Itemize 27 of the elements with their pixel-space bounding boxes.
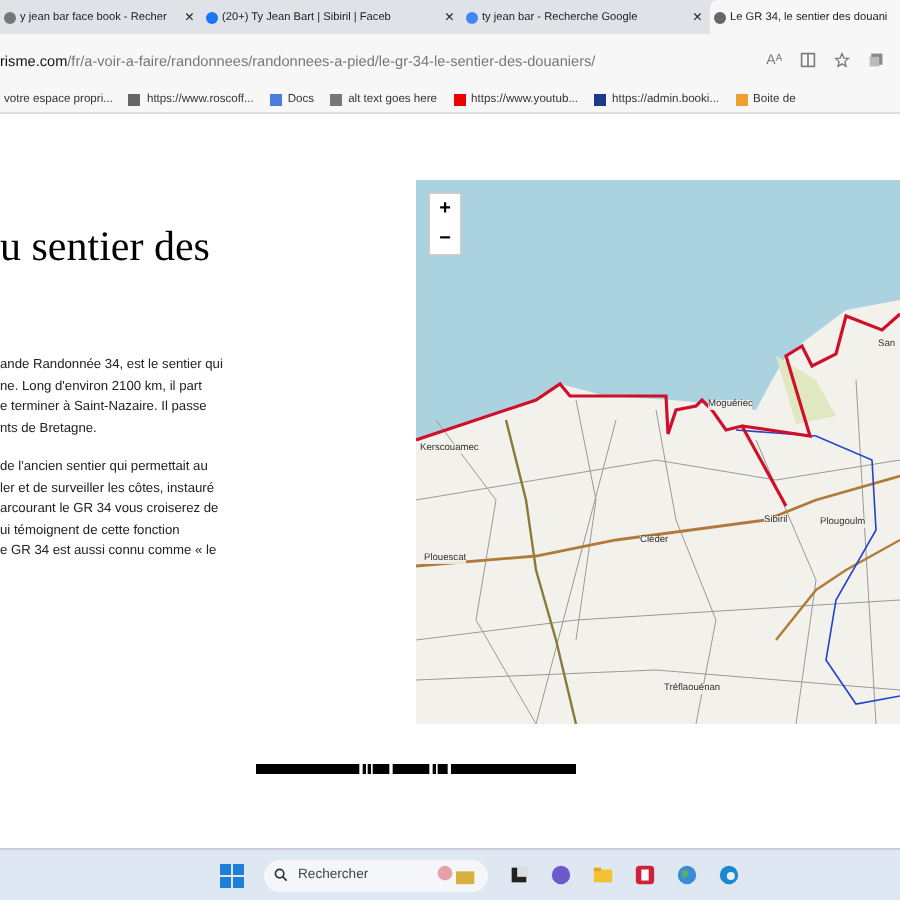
star-icon[interactable]	[834, 52, 850, 68]
split-screen-icon[interactable]	[800, 52, 816, 68]
tab-favicon-icon	[4, 11, 16, 23]
close-tab-button[interactable]: ×	[692, 8, 702, 26]
bookmark-favicon-icon	[269, 93, 282, 105]
search-icon	[274, 868, 288, 882]
bookmark-favicon-icon	[330, 93, 343, 105]
close-tab-button[interactable]: ×	[184, 8, 194, 26]
bookmark-favicon-icon	[128, 93, 141, 105]
bookmark-favicon-icon	[453, 93, 466, 105]
search-highlight-drawing	[434, 864, 478, 886]
zoom-in-button[interactable]: +	[430, 194, 460, 224]
bookmark-favicon-icon	[594, 93, 607, 105]
app-icon[interactable]	[634, 864, 656, 886]
tab-favicon-icon	[466, 11, 478, 23]
tab-favicon-icon	[714, 11, 726, 23]
browser-icon[interactable]	[718, 864, 740, 886]
close-tab-button[interactable]: ×	[444, 8, 454, 26]
tab-favicon-icon	[206, 11, 218, 23]
globe-icon[interactable]	[676, 864, 698, 886]
zoom-out-button[interactable]: −	[430, 224, 460, 254]
task-view-icon[interactable]	[508, 864, 530, 886]
bookmark-favicon-icon	[735, 93, 748, 105]
start-button[interactable]	[220, 863, 244, 887]
chat-icon[interactable]	[550, 864, 572, 886]
collections-icon[interactable]	[868, 52, 884, 68]
article-heading: u sentier des	[0, 222, 212, 272]
